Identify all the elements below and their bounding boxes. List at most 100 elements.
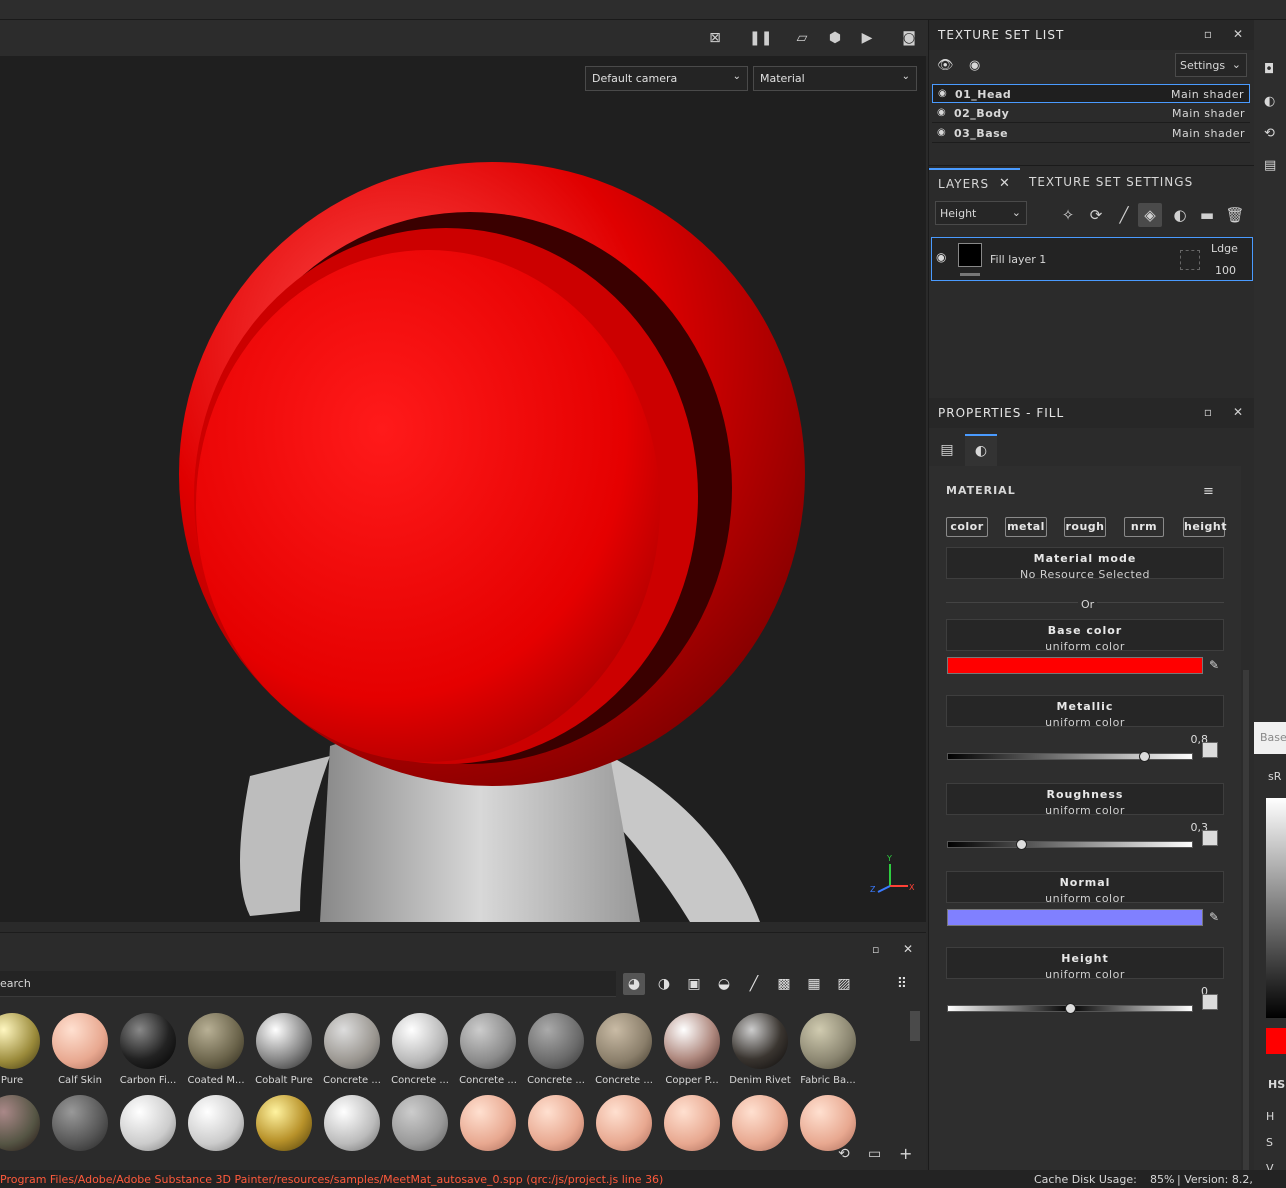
- tab-texture-set-settings[interactable]: TEXTURE SET SETTINGS: [1029, 168, 1199, 196]
- masks-icon[interactable]: ▣: [683, 973, 705, 995]
- folder-icon[interactable]: ▬: [1195, 203, 1219, 227]
- slider-knob[interactable]: [1065, 1003, 1076, 1014]
- settings-select[interactable]: Settings ⌄: [1175, 53, 1247, 77]
- roughness-box[interactable]: Roughness uniform color: [946, 783, 1224, 817]
- chip-height[interactable]: height: [1183, 517, 1227, 537]
- hide-icon[interactable]: ⊠: [705, 28, 725, 48]
- log-icon[interactable]: ▤: [1264, 158, 1276, 173]
- chip-rough[interactable]: rough: [1064, 517, 1106, 537]
- resource-icon[interactable]: [1202, 742, 1218, 758]
- resource-icon[interactable]: [1202, 994, 1218, 1010]
- roughness-slider[interactable]: [947, 839, 1193, 850]
- eyedropper-icon[interactable]: ✎: [1209, 910, 1219, 924]
- color-field[interactable]: [1266, 798, 1286, 1018]
- material-thumb[interactable]: Copper P...: [660, 1013, 724, 1086]
- material-thumb[interactable]: Pure: [0, 1013, 44, 1086]
- material-thumb[interactable]: Denim Rivet: [728, 1013, 792, 1086]
- material-thumb[interactable]: Coated M...: [184, 1013, 248, 1086]
- tab-layers[interactable]: LAYERS ✕: [929, 168, 1020, 196]
- settings-tab-icon[interactable]: ▤: [933, 434, 961, 466]
- blend-mode[interactable]: Ldge: [1211, 242, 1238, 255]
- base-color-box[interactable]: Base color uniform color: [946, 619, 1224, 653]
- material-thumb[interactable]: [320, 1095, 384, 1151]
- eye-icon[interactable]: ◉: [937, 107, 946, 118]
- material-thumb[interactable]: Cobalt Pure: [252, 1013, 316, 1086]
- material-thumb[interactable]: Concrete ...: [524, 1013, 588, 1086]
- solo-icon[interactable]: ◉: [969, 58, 980, 73]
- shader-icon[interactable]: ◐: [1264, 94, 1275, 109]
- material-thumb[interactable]: [252, 1095, 316, 1151]
- height-box[interactable]: Height uniform color: [946, 947, 1224, 981]
- filters-icon[interactable]: ▦: [803, 973, 825, 995]
- material-thumb[interactable]: Fabric Ba...: [796, 1013, 860, 1086]
- layer-row[interactable]: ◉ Fill layer 1 Ldge 100: [931, 237, 1253, 281]
- smart-material-icon[interactable]: ⟳: [1084, 203, 1108, 227]
- eye-icon[interactable]: ◉: [938, 88, 947, 99]
- material-tab-icon[interactable]: ◐: [965, 434, 997, 466]
- base-color-swatch[interactable]: [947, 657, 1203, 674]
- material-thumb[interactable]: [796, 1095, 860, 1151]
- mask-slot[interactable]: [1180, 250, 1200, 270]
- channel-select[interactable]: Height ⌄: [935, 201, 1027, 225]
- fill-layer-icon[interactable]: ◈: [1138, 203, 1162, 227]
- height-slider[interactable]: [947, 1003, 1193, 1014]
- float-icon[interactable]: ▫: [872, 943, 879, 956]
- add-icon[interactable]: +: [899, 1144, 912, 1163]
- chip-color[interactable]: color: [946, 517, 988, 537]
- slider-knob[interactable]: [1015, 839, 1027, 850]
- metallic-slider[interactable]: [947, 751, 1193, 762]
- visibility-icon[interactable]: 👁: [937, 58, 954, 73]
- resource-icon[interactable]: [1202, 830, 1218, 846]
- float-icon[interactable]: ▫: [1201, 27, 1215, 41]
- materials-filter-icon[interactable]: ◕: [623, 973, 645, 995]
- texture-set-row[interactable]: ◉ 03_Base Main shader: [932, 124, 1250, 143]
- pause-icon[interactable]: ❚❚: [749, 28, 772, 48]
- material-thumb[interactable]: Concrete ...: [592, 1013, 656, 1086]
- normal-color-swatch[interactable]: [947, 909, 1203, 926]
- chip-metal[interactable]: metal: [1005, 517, 1047, 537]
- close-icon[interactable]: ✕: [903, 942, 913, 956]
- brushes-icon[interactable]: ╱: [743, 973, 765, 995]
- normal-box[interactable]: Normal uniform color: [946, 871, 1224, 905]
- close-icon[interactable]: ✕: [1231, 405, 1245, 419]
- view-2d-icon[interactable]: ▱: [792, 28, 812, 48]
- display-settings-icon[interactable]: ◘: [1264, 62, 1274, 77]
- material-thumb[interactable]: Concrete ...: [388, 1013, 452, 1086]
- paint-layer-icon[interactable]: ╱: [1112, 203, 1136, 227]
- material-thumb[interactable]: Concrete ...: [456, 1013, 520, 1086]
- texture-set-row[interactable]: ◉ 02_Body Main shader: [932, 104, 1250, 123]
- scrollbar[interactable]: [1243, 670, 1249, 1170]
- textures-icon[interactable]: ▩: [773, 973, 795, 995]
- trash-icon[interactable]: 🗑: [1223, 203, 1247, 227]
- close-icon[interactable]: ✕: [999, 176, 1011, 191]
- refresh-icon[interactable]: ⟲: [838, 1146, 850, 1162]
- camera-icon[interactable]: ▶: [857, 28, 877, 48]
- material-thumb[interactable]: [456, 1095, 520, 1151]
- menu-icon[interactable]: ≡: [1203, 484, 1214, 499]
- search-input[interactable]: earch: [0, 971, 616, 997]
- view-3d-icon[interactable]: ⬢: [825, 28, 845, 48]
- color-picker-name-field[interactable]: Base: [1254, 722, 1286, 754]
- grid-view-icon[interactable]: ⠿: [891, 973, 913, 995]
- material-mode-box[interactable]: Material mode No Resource Selected: [946, 547, 1224, 581]
- eye-icon[interactable]: ◉: [937, 127, 946, 138]
- chip-nrm[interactable]: nrm: [1124, 517, 1164, 537]
- material-thumb[interactable]: [660, 1095, 724, 1151]
- float-icon[interactable]: ▫: [1201, 405, 1215, 419]
- material-thumb[interactable]: Calf Skin: [48, 1013, 112, 1086]
- material-thumb[interactable]: [524, 1095, 588, 1151]
- smart-materials-icon[interactable]: ◑: [653, 973, 675, 995]
- material-thumb[interactable]: [728, 1095, 792, 1151]
- close-icon[interactable]: ✕: [1231, 27, 1245, 41]
- screenshot-icon[interactable]: ◙: [899, 28, 919, 48]
- 3d-viewport[interactable]: Default camera ⌄ Material ⌄ Y Z X: [0, 56, 926, 922]
- material-thumb[interactable]: [592, 1095, 656, 1151]
- metallic-box[interactable]: Metallic uniform color: [946, 695, 1224, 729]
- slider-knob[interactable]: [1138, 751, 1150, 762]
- material-thumb[interactable]: [116, 1095, 180, 1151]
- scrollbar[interactable]: [910, 1011, 920, 1041]
- material-thumb[interactable]: Concrete ...: [320, 1013, 384, 1086]
- layer-name[interactable]: Fill layer 1: [990, 253, 1046, 266]
- history-icon[interactable]: ⟲: [1264, 126, 1275, 141]
- texture-set-row[interactable]: ◉ 01_Head Main shader: [932, 84, 1250, 103]
